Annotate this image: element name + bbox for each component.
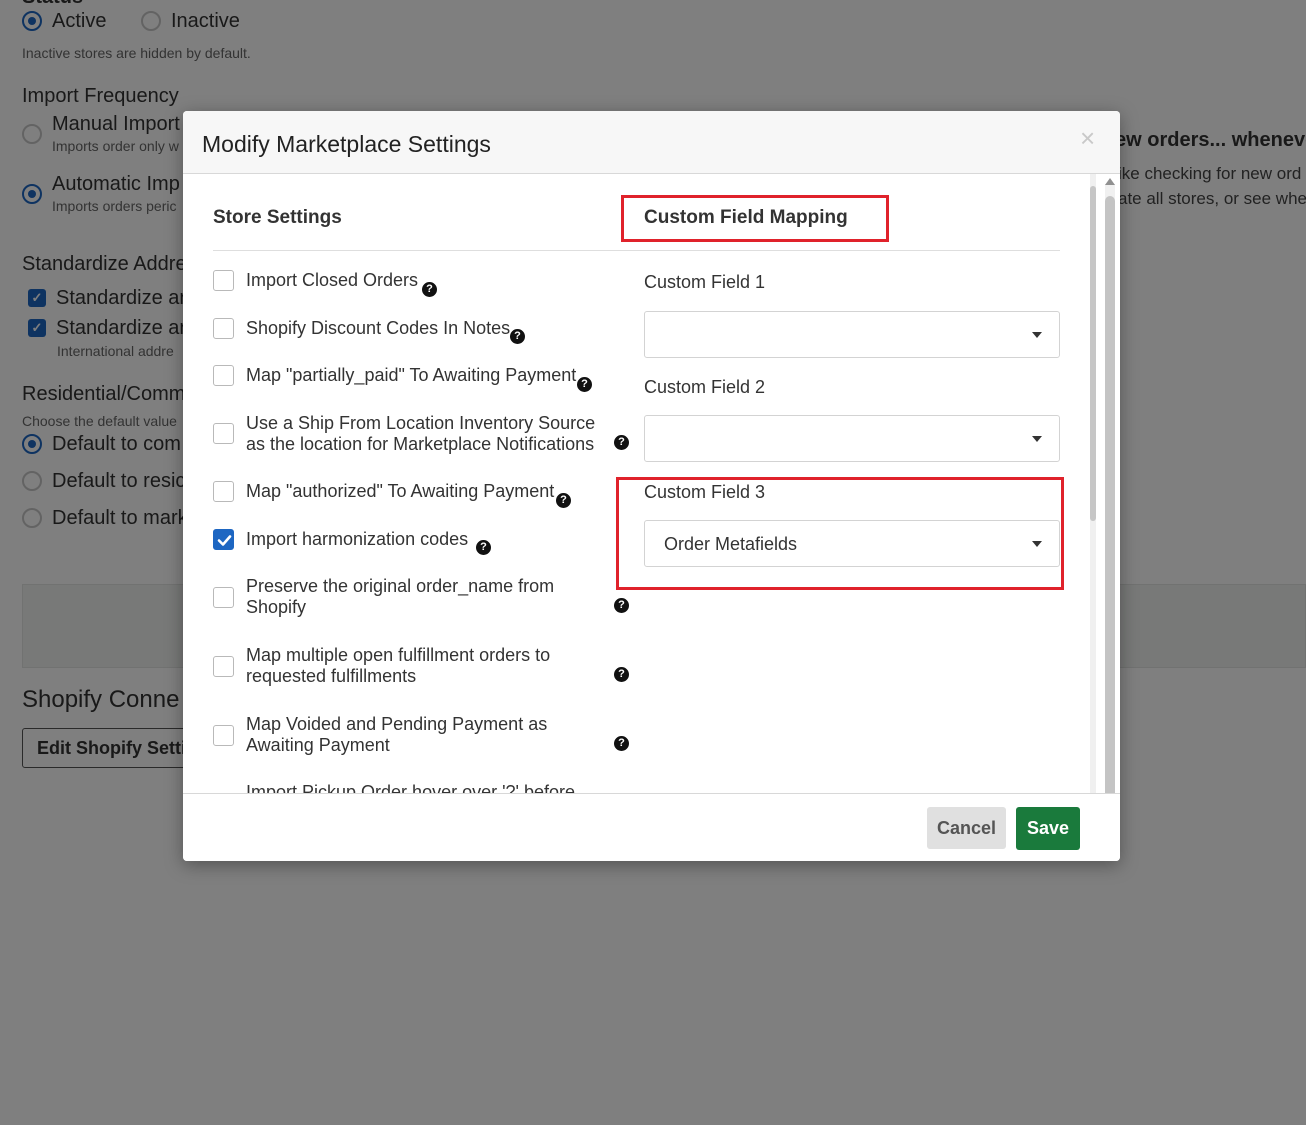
custom-field-3-value: Order Metafields — [664, 534, 798, 554]
chevron-down-icon — [1032, 436, 1042, 442]
modal-body: Store Settings Custom Field Mapping Impo… — [183, 174, 1120, 793]
discount-codes-label: Shopify Discount Codes In Notes — [246, 318, 511, 338]
help-icon[interactable]: ? — [577, 377, 592, 392]
custom-field-2-label: Custom Field 2 — [644, 377, 766, 397]
ship-from-location-label: Use a Ship From Location Inventory Sourc… — [246, 413, 596, 454]
store-settings-heading: Store Settings — [213, 207, 342, 228]
custom-field-1-label: Custom Field 1 — [644, 272, 766, 292]
custom-field-mapping-heading: Custom Field Mapping — [644, 207, 848, 228]
custom-field-3-select[interactable]: Order Metafields — [644, 520, 1060, 567]
preserve-order-name-checkbox[interactable] — [213, 587, 234, 608]
voided-pending-label: Map Voided and Pending Payment as Awaiti… — [246, 714, 548, 755]
custom-field-2-select[interactable] — [644, 415, 1060, 462]
harmonization-codes-checkbox[interactable] — [213, 529, 234, 550]
pickup-order-label: Import Pickup Order hover over '?' befor… — [246, 782, 576, 793]
modify-marketplace-settings-modal: Modify Marketplace Settings × Store Sett… — [183, 111, 1120, 861]
authorized-checkbox[interactable] — [213, 481, 234, 502]
partially-paid-label: Map "partially_paid" To Awaiting Payment — [246, 365, 577, 385]
scrollbar-thumb[interactable] — [1105, 196, 1115, 836]
close-icon[interactable]: × — [1080, 123, 1095, 154]
inner-scrollbar-track[interactable] — [1090, 174, 1096, 794]
harmonization-codes-label: Import harmonization codes — [246, 529, 469, 549]
custom-field-3-label: Custom Field 3 — [644, 482, 766, 502]
help-icon[interactable]: ? — [476, 540, 491, 555]
modal-scrollbar[interactable] — [1090, 174, 1120, 861]
help-icon[interactable]: ? — [556, 493, 571, 508]
help-icon[interactable]: ? — [614, 435, 629, 450]
save-button[interactable]: Save — [1016, 807, 1080, 850]
help-icon[interactable]: ? — [422, 282, 437, 297]
preserve-order-name-label: Preserve the original order_name from Sh… — [246, 576, 555, 617]
chevron-down-icon — [1032, 332, 1042, 338]
discount-codes-checkbox[interactable] — [213, 318, 234, 339]
partially-paid-checkbox[interactable] — [213, 365, 234, 386]
import-closed-orders-checkbox[interactable] — [213, 270, 234, 291]
help-icon[interactable]: ? — [614, 667, 629, 682]
custom-field-1-select[interactable] — [644, 311, 1060, 358]
modal-title: Modify Marketplace Settings — [202, 131, 491, 157]
multiple-fulfillment-orders-checkbox[interactable] — [213, 656, 234, 677]
chevron-down-icon — [1032, 541, 1042, 547]
help-icon[interactable]: ? — [614, 736, 629, 751]
help-icon[interactable]: ? — [614, 598, 629, 613]
ship-from-location-checkbox[interactable] — [213, 423, 234, 444]
inner-scrollbar-thumb[interactable] — [1090, 186, 1096, 521]
voided-pending-checkbox[interactable] — [213, 725, 234, 746]
section-divider — [213, 250, 1060, 251]
cancel-button[interactable]: Cancel — [927, 807, 1006, 849]
help-icon[interactable]: ? — [510, 329, 525, 344]
scroll-up-icon[interactable] — [1105, 178, 1115, 185]
modal-header: Modify Marketplace Settings × — [183, 111, 1120, 174]
multiple-fulfillment-orders-label: Map multiple open fulfillment orders to … — [246, 645, 551, 686]
modal-footer: Cancel Save — [183, 793, 1120, 861]
authorized-label: Map "authorized" To Awaiting Payment — [246, 481, 555, 501]
